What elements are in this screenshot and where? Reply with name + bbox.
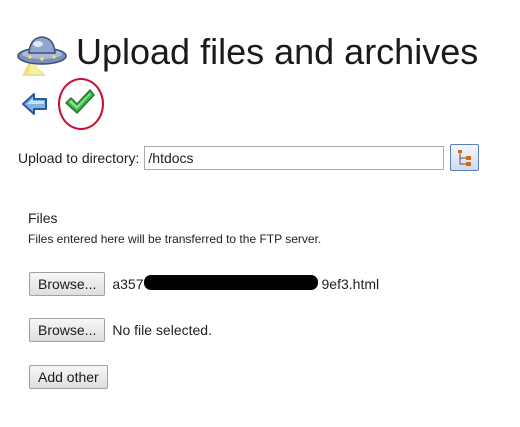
file-row: Browse... a357 9ef3.html	[29, 272, 379, 296]
selected-file-name: a357 9ef3.html	[112, 275, 380, 292]
file-row: Browse... No file selected.	[29, 318, 212, 342]
page-header: Upload files and archives	[16, 26, 478, 78]
green-checkmark-icon	[65, 89, 95, 114]
add-other-button[interactable]: Add other	[29, 365, 108, 389]
files-hint: Files entered here will be transferred t…	[28, 232, 322, 246]
add-other-row: Add other	[29, 365, 108, 389]
redaction-bar	[144, 275, 319, 290]
browse-button[interactable]: Browse...	[29, 318, 106, 342]
files-heading: Files	[28, 210, 58, 226]
files-section: Files	[28, 210, 58, 226]
directory-tree-icon	[458, 150, 472, 166]
back-button[interactable]	[20, 89, 50, 119]
directory-input[interactable]	[144, 145, 445, 170]
submit-button[interactable]	[58, 78, 106, 130]
file-name-end: 9ef3.html	[321, 276, 380, 292]
directory-row: Upload to directory:	[18, 144, 480, 171]
selected-file-name: No file selected.	[112, 322, 212, 338]
directory-label: Upload to directory:	[18, 149, 140, 166]
ufo-icon	[16, 26, 68, 78]
browse-button[interactable]: Browse...	[29, 272, 106, 296]
back-arrow-icon	[22, 93, 47, 115]
directory-picker-button[interactable]	[450, 144, 480, 171]
page-title: Upload files and archives	[76, 31, 479, 72]
file-name-start: a357	[112, 276, 144, 292]
toolbar	[20, 78, 106, 130]
